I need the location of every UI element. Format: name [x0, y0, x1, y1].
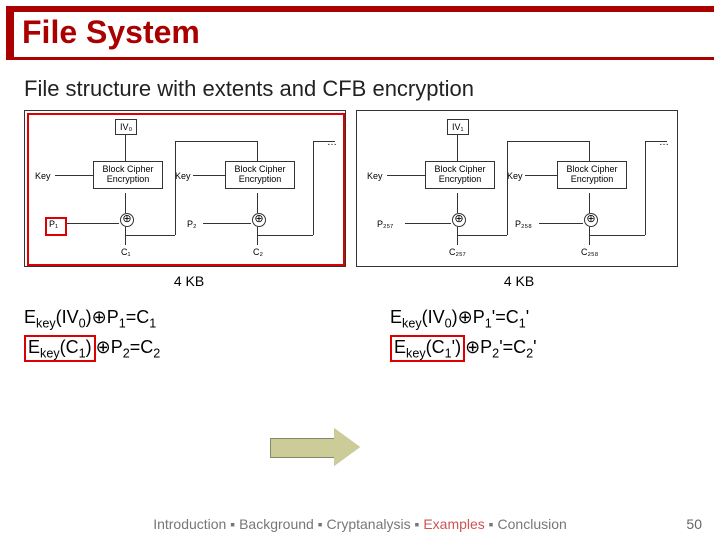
- page-title: File System: [14, 12, 714, 60]
- key-label-1: Key: [367, 171, 383, 181]
- equations-left: Ekey(IV0)⊕P1=C1 Ekey(C1)⊕P2=C2: [24, 307, 330, 366]
- cipher-block-2: Block Cipher Encryption: [225, 161, 295, 189]
- equations-right: Ekey(IV0)⊕P1'=C1' Ekey(C1')⊕P2'=C2': [330, 307, 696, 366]
- page-number: 50: [686, 516, 702, 532]
- size-right: 4 KB: [354, 273, 684, 289]
- title-accent-left: [6, 12, 14, 60]
- key-label-2: Key: [507, 171, 523, 181]
- page-subtitle: File structure with extents and CFB encr…: [24, 76, 696, 102]
- title-row: File System: [6, 12, 714, 60]
- breadcrumb-footer: Introduction ▪ Background ▪ Cryptanalysi…: [0, 516, 720, 532]
- key-label-2: Key: [175, 171, 191, 181]
- footer-current: Examples: [423, 516, 484, 532]
- xor-icon: ⊕: [452, 213, 466, 227]
- p2-label: P₂: [187, 219, 197, 229]
- cfb-diagram-right: IV₁ Block Cipher Encryption Block Cipher…: [356, 110, 678, 267]
- ellipsis-icon: …: [327, 137, 339, 148]
- cipher-block-2: Block Cipher Encryption: [557, 161, 627, 189]
- footer-text-1: Introduction ▪ Background ▪ Cryptanalysi…: [153, 516, 423, 532]
- footer-text-2: ▪ Conclusion: [485, 516, 567, 532]
- cipher-block-1: Block Cipher Encryption: [93, 161, 163, 189]
- c1-label: C₁: [121, 247, 131, 257]
- xor-icon: ⊕: [252, 213, 266, 227]
- c2-label: C₂: [253, 247, 263, 257]
- c257-label: C₂₅₇: [449, 247, 466, 257]
- p1-label: P₁: [49, 219, 58, 229]
- cfb-diagram-left: IV₀ Block Cipher Encryption Block Cipher…: [24, 110, 346, 267]
- key-label-1: Key: [35, 171, 51, 181]
- eq-left-2: Ekey(C1)⊕P2=C2: [24, 335, 330, 363]
- p257-label: P₂₅₇: [377, 219, 393, 229]
- ellipsis-icon: …: [659, 137, 671, 148]
- equation-row: Ekey(IV0)⊕P1=C1 Ekey(C1)⊕P2=C2 Ekey(IV0)…: [24, 307, 696, 366]
- iv-label: IV₀: [115, 119, 137, 135]
- size-left: 4 KB: [24, 273, 354, 289]
- size-row: 4 KB 4 KB: [24, 273, 696, 289]
- highlight-box-outer: [27, 113, 345, 266]
- xor-icon: ⊕: [120, 213, 134, 227]
- boxed-ekey-c1-prime: Ekey(C1'): [390, 335, 465, 363]
- eq-right-1: Ekey(IV0)⊕P1'=C1': [390, 307, 696, 331]
- xor-icon: ⊕: [584, 213, 598, 227]
- cipher-block-1: Block Cipher Encryption: [425, 161, 495, 189]
- iv-label: IV₁: [447, 119, 469, 135]
- diagram-row: IV₀ Block Cipher Encryption Block Cipher…: [24, 110, 696, 267]
- boxed-ekey-c1: Ekey(C1): [24, 335, 96, 363]
- c258-label: C₂₅₈: [581, 247, 598, 257]
- eq-left-1: Ekey(IV0)⊕P1=C1: [24, 307, 330, 331]
- p258-label: P₂₅₈: [515, 219, 532, 229]
- eq-right-2: Ekey(C1')⊕P2'=C2': [390, 335, 696, 363]
